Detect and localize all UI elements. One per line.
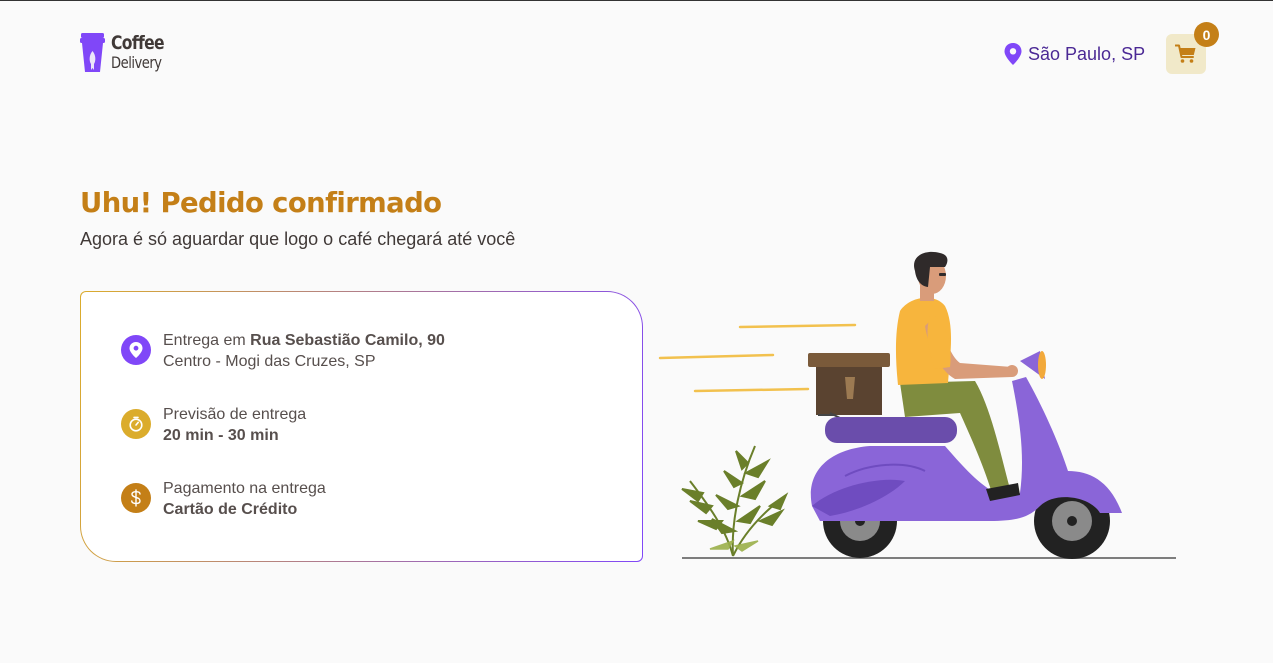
location-text: São Paulo, SP	[1028, 43, 1146, 64]
shopping-cart-icon	[1175, 44, 1196, 63]
eta-row: Previsão de entrega 20 min - 30 min	[121, 404, 306, 446]
logo[interactable]: Coffee Delivery	[80, 32, 176, 72]
delivery-scooter-illustration	[658, 251, 1176, 559]
dollar-icon	[121, 483, 151, 513]
delivery-pin-icon	[121, 335, 151, 365]
page-subtitle: Agora é só aguardar que logo o café cheg…	[80, 229, 516, 249]
delivery-prefix: Entrega em	[163, 332, 246, 349]
logo-word-delivery: Delivery	[111, 52, 162, 72]
order-info-card: Entrega em Rua Sebastião Camilo, 90 Cent…	[80, 291, 643, 562]
coffee-cup-logo-icon	[80, 33, 105, 72]
payment-row: Pagamento na entrega Cartão de Crédito	[121, 478, 326, 520]
map-pin-icon	[1004, 43, 1022, 65]
payment-label: Pagamento na entrega	[163, 480, 326, 497]
eta-value: 20 min - 30 min	[163, 427, 279, 444]
delivery-district: Centro - Mogi das Cruzes, SP	[163, 353, 376, 370]
logo-word-coffee: Coffee	[111, 31, 165, 54]
page-title: Uhu! Pedido confirmado	[80, 186, 442, 219]
eta-label: Previsão de entrega	[163, 406, 307, 423]
delivery-address: Rua Sebastião Camilo, 90	[250, 332, 445, 349]
payment-value: Cartão de Crédito	[163, 501, 298, 518]
delivery-address-row: Entrega em Rua Sebastião Camilo, 90 Cent…	[121, 330, 445, 372]
timer-icon	[121, 409, 151, 439]
location-badge[interactable]: São Paulo, SP	[1004, 43, 1145, 65]
cart-count-badge: 0	[1194, 22, 1219, 47]
